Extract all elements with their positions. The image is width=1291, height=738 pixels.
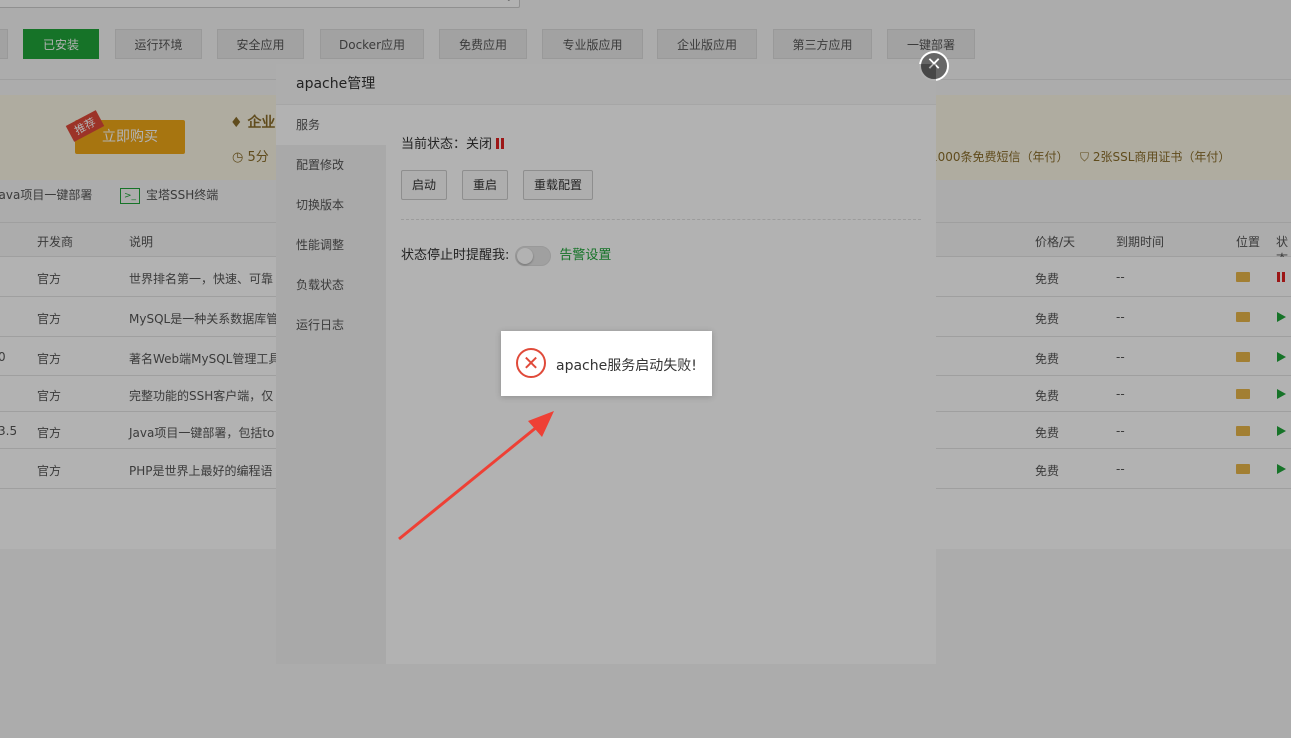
annotation-arrow-icon [398,411,554,541]
